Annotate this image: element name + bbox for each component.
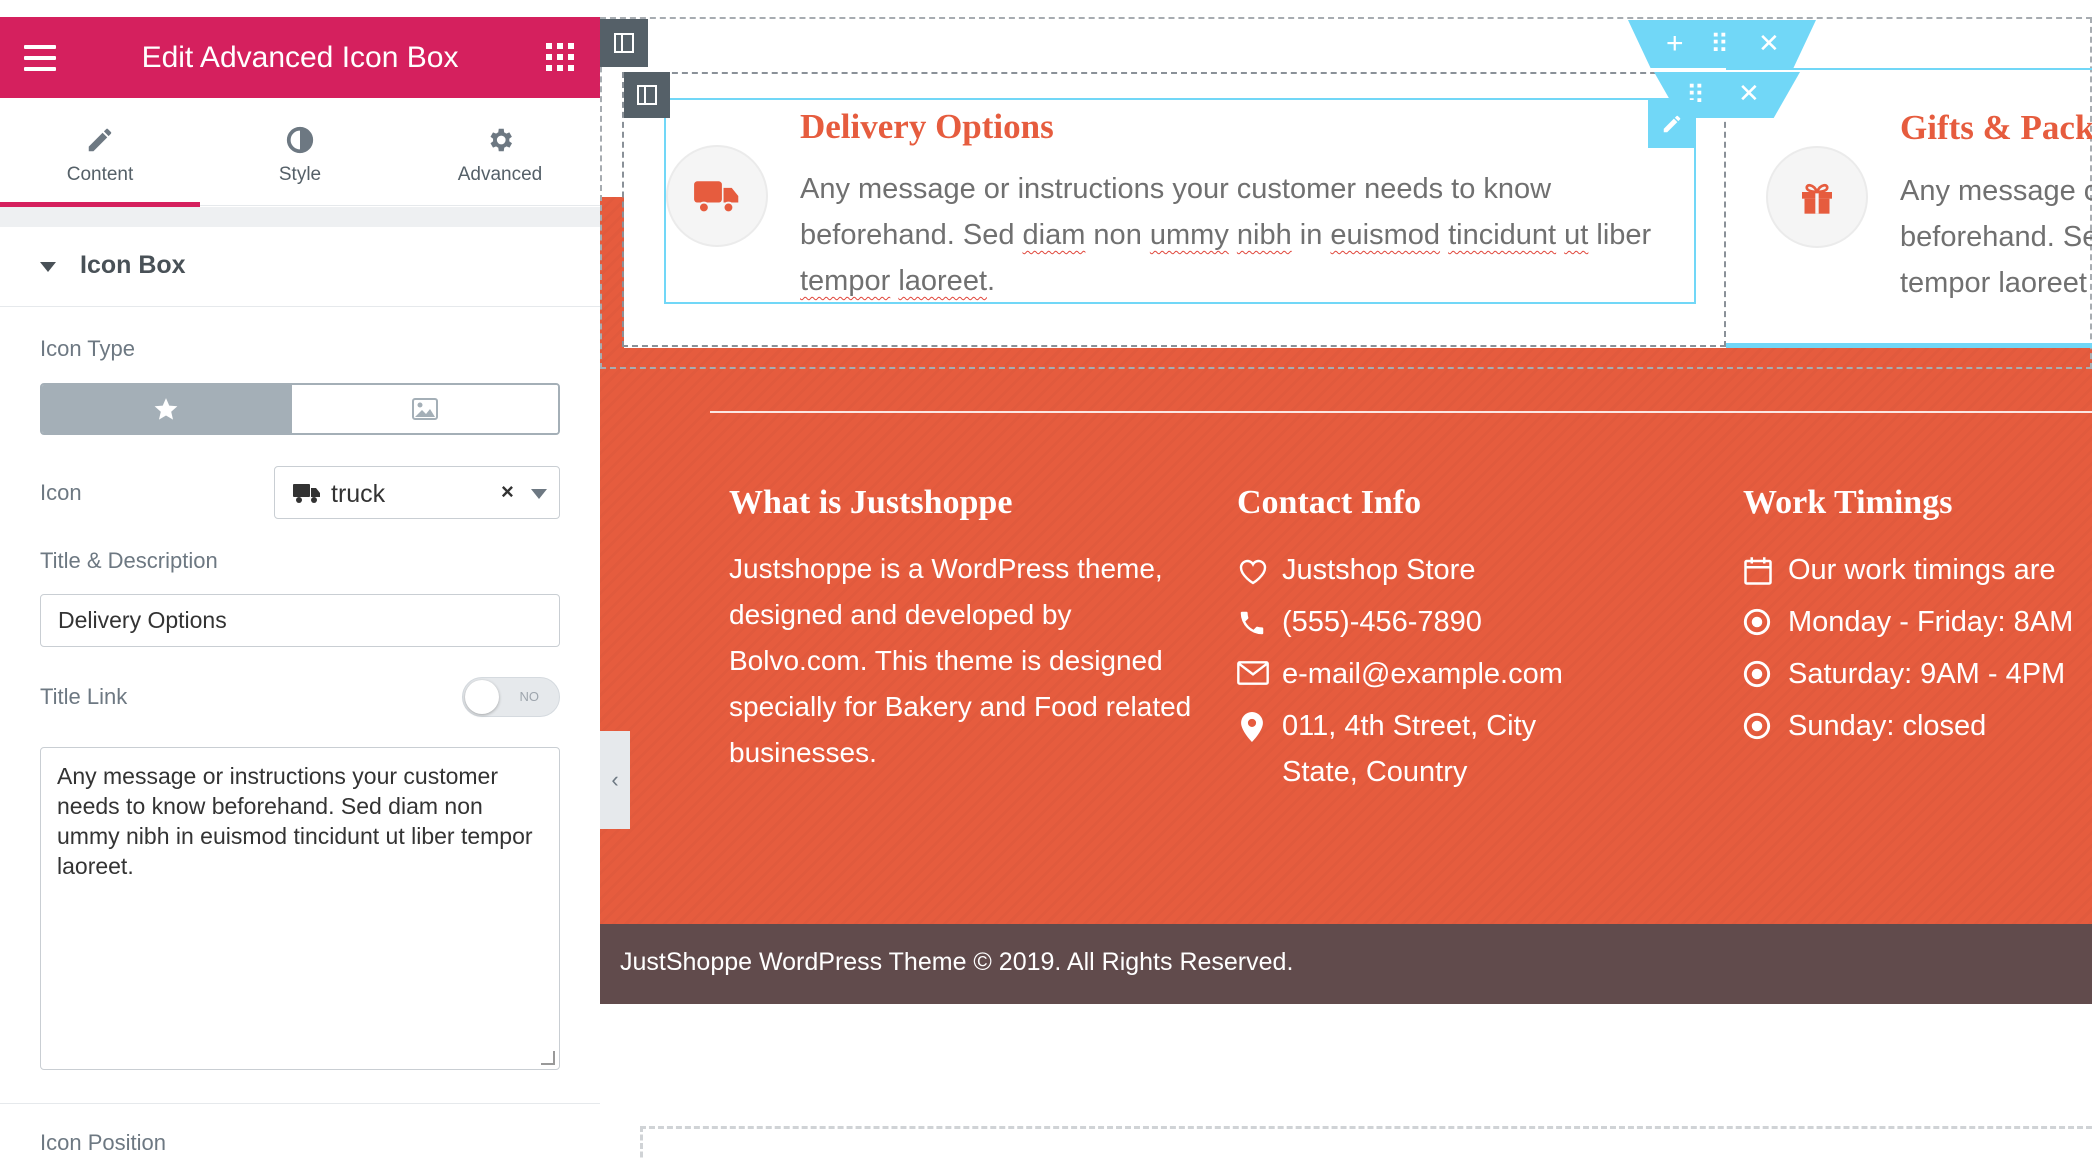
icon-type-label: Icon Type (40, 336, 135, 361)
footer-divider (710, 411, 2092, 413)
star-icon (154, 398, 178, 420)
heart-icon (1239, 559, 1267, 585)
truck-icon (694, 181, 739, 214)
image-icon (412, 398, 438, 420)
description-text: Any message or instructions your custome… (57, 763, 533, 879)
icon-position-label: Icon Position (40, 1130, 166, 1155)
tab-style[interactable]: Style (200, 98, 400, 206)
box2-description[interactable]: Any message c beforehand. Se tempor laor… (1900, 168, 2092, 306)
title-description-label: Title & Description (40, 548, 218, 573)
gift-icon (1802, 183, 1832, 214)
icon-type-switch (40, 383, 560, 435)
close-icon[interactable]: ✕ (1738, 80, 1760, 106)
title-input[interactable]: Delivery Options (40, 594, 560, 647)
icon-type-image-option[interactable] (290, 385, 558, 433)
dot-circle-icon (1743, 712, 1771, 740)
section-toggle-icon-box[interactable]: Icon Box (0, 227, 600, 307)
columns-icon (637, 85, 657, 105)
panel-separator (0, 207, 600, 227)
description-textarea[interactable]: Any message or instructions your custome… (40, 747, 560, 1070)
footer-col1-heading: What is Justshoppe (729, 484, 1013, 521)
column-handle[interactable] (624, 72, 670, 118)
title-link-label: Title Link (40, 684, 128, 709)
chevron-down-icon[interactable] (531, 489, 547, 499)
section-title: Icon Box (80, 251, 186, 279)
caret-down-icon (40, 262, 56, 272)
title-link-toggle[interactable]: NO (462, 677, 560, 717)
editor-panel: Edit Advanced Icon Box Content Style Adv… (0, 0, 600, 1160)
box2-title[interactable]: Gifts & Pack (1900, 108, 2092, 148)
panel-top-strip (0, 0, 600, 17)
icon-select[interactable]: truck × (274, 466, 560, 519)
gear-icon (400, 122, 600, 158)
columns-icon (614, 33, 634, 53)
map-pin-icon (1241, 712, 1263, 742)
phone-icon (1240, 611, 1264, 635)
widget-edit-button[interactable] (1648, 100, 1696, 148)
add-icon[interactable]: + (1666, 29, 1684, 59)
box1-icon-circle (666, 145, 768, 247)
chevron-left-icon: ‹ (611, 767, 619, 792)
pencil-icon (1663, 115, 1681, 133)
icon-type-icon-option[interactable] (42, 385, 290, 433)
pencil-icon (0, 122, 200, 158)
box1-title[interactable]: Delivery Options (800, 107, 1054, 147)
footer-col3-heading: Work Timings (1743, 484, 1953, 521)
tab-style-label: Style (278, 164, 322, 185)
tab-content-label: Content (66, 164, 134, 185)
truck-icon (293, 484, 320, 503)
resize-handle-icon[interactable] (541, 1051, 555, 1065)
copyright-text: JustShoppe WordPress Theme © 2019. All R… (620, 948, 1294, 976)
box1-description[interactable]: Any message or instructions your custome… (800, 166, 1690, 304)
footer-col2-heading: Contact Info (1237, 484, 1422, 521)
toggle-state: NO (519, 689, 540, 704)
footer-col1-text: Justshoppe is a WordPress theme, designe… (729, 553, 1192, 768)
half-circle-icon (200, 122, 400, 158)
widgets-grid-icon[interactable] (546, 43, 574, 71)
collapse-panel-button[interactable]: ‹ (600, 731, 630, 829)
icon-select-value: truck (331, 480, 386, 508)
tab-content[interactable]: Content (0, 98, 200, 207)
envelope-icon (1237, 661, 1269, 685)
panel-title: Edit Advanced Icon Box (141, 41, 459, 74)
section-handle[interactable] (600, 19, 648, 67)
empty-section-dropzone[interactable] (640, 1126, 2092, 1160)
panel-header: Edit Advanced Icon Box (0, 17, 600, 98)
tab-advanced-label: Advanced (457, 164, 543, 185)
section-toolbar: + ⠿ ✕ (1628, 20, 1816, 68)
calendar-icon (1744, 557, 1772, 585)
dot-circle-icon (1743, 608, 1771, 636)
tab-advanced[interactable]: Advanced (400, 98, 600, 206)
box2-icon-circle (1766, 146, 1868, 248)
preview-canvas: + ⠿ ✕ ⠿ ✕ Delivery Options Any message o… (600, 0, 2092, 1160)
toggle-knob (465, 680, 499, 714)
close-icon[interactable]: ✕ (1758, 30, 1780, 56)
panel-divider (0, 1103, 600, 1104)
panel-tabs: Content Style Advanced (0, 98, 600, 207)
drag-handle-icon[interactable]: ⠿ (1710, 31, 1729, 57)
icon-label: Icon (40, 480, 82, 505)
dot-circle-icon (1743, 660, 1771, 688)
clear-icon[interactable]: × (501, 479, 514, 505)
